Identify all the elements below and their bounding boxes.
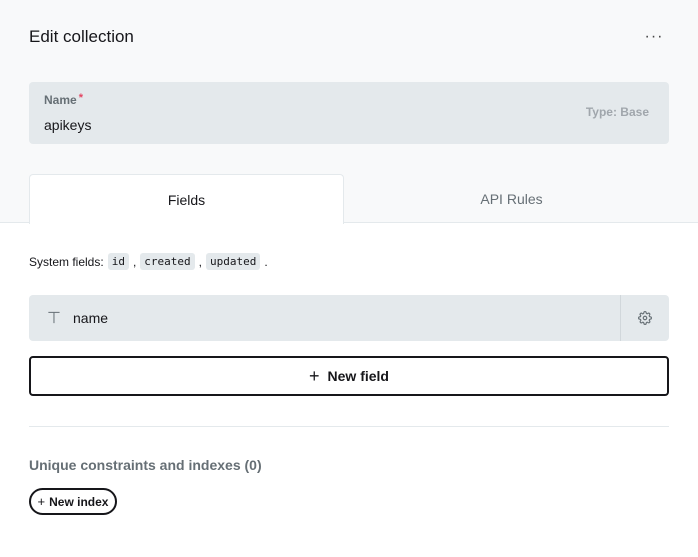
new-index-button[interactable]: + New index bbox=[29, 488, 117, 515]
system-fields-info: System fields: id , created , updated . bbox=[29, 253, 268, 270]
more-horizontal-icon: ··· bbox=[644, 28, 664, 45]
field-settings-button[interactable] bbox=[621, 295, 669, 341]
plus-icon: + bbox=[37, 494, 46, 509]
collection-type-label[interactable]: Type: Base bbox=[586, 105, 649, 119]
plus-icon: + bbox=[309, 366, 320, 386]
gear-icon bbox=[638, 311, 652, 325]
new-index-label: New index bbox=[49, 494, 109, 509]
tab-api-rules[interactable]: API Rules bbox=[354, 174, 669, 224]
system-field-updated: updated bbox=[206, 253, 261, 270]
indexes-section-title: Unique constraints and indexes (0) bbox=[29, 457, 262, 473]
collection-name-input[interactable] bbox=[44, 115, 564, 135]
field-name-input[interactable] bbox=[73, 309, 593, 327]
schema-field-row[interactable]: ⊤ bbox=[29, 295, 669, 341]
text-type-icon: ⊤ bbox=[47, 310, 61, 327]
system-fields-prefix: System fields: bbox=[29, 254, 104, 269]
new-field-label: New field bbox=[327, 368, 389, 384]
more-options-button[interactable]: ··· bbox=[640, 26, 668, 48]
system-field-created: created bbox=[140, 253, 195, 270]
name-field-label: Name * bbox=[44, 92, 83, 107]
section-divider bbox=[29, 426, 669, 427]
system-field-id: id bbox=[107, 253, 129, 270]
new-field-button[interactable]: + New field bbox=[29, 356, 669, 396]
page-title: Edit collection bbox=[29, 27, 134, 46]
required-asterisk: * bbox=[78, 92, 83, 104]
tab-fields[interactable]: Fields bbox=[29, 174, 344, 224]
collection-name-field[interactable]: Name* Type: Base bbox=[29, 82, 669, 144]
